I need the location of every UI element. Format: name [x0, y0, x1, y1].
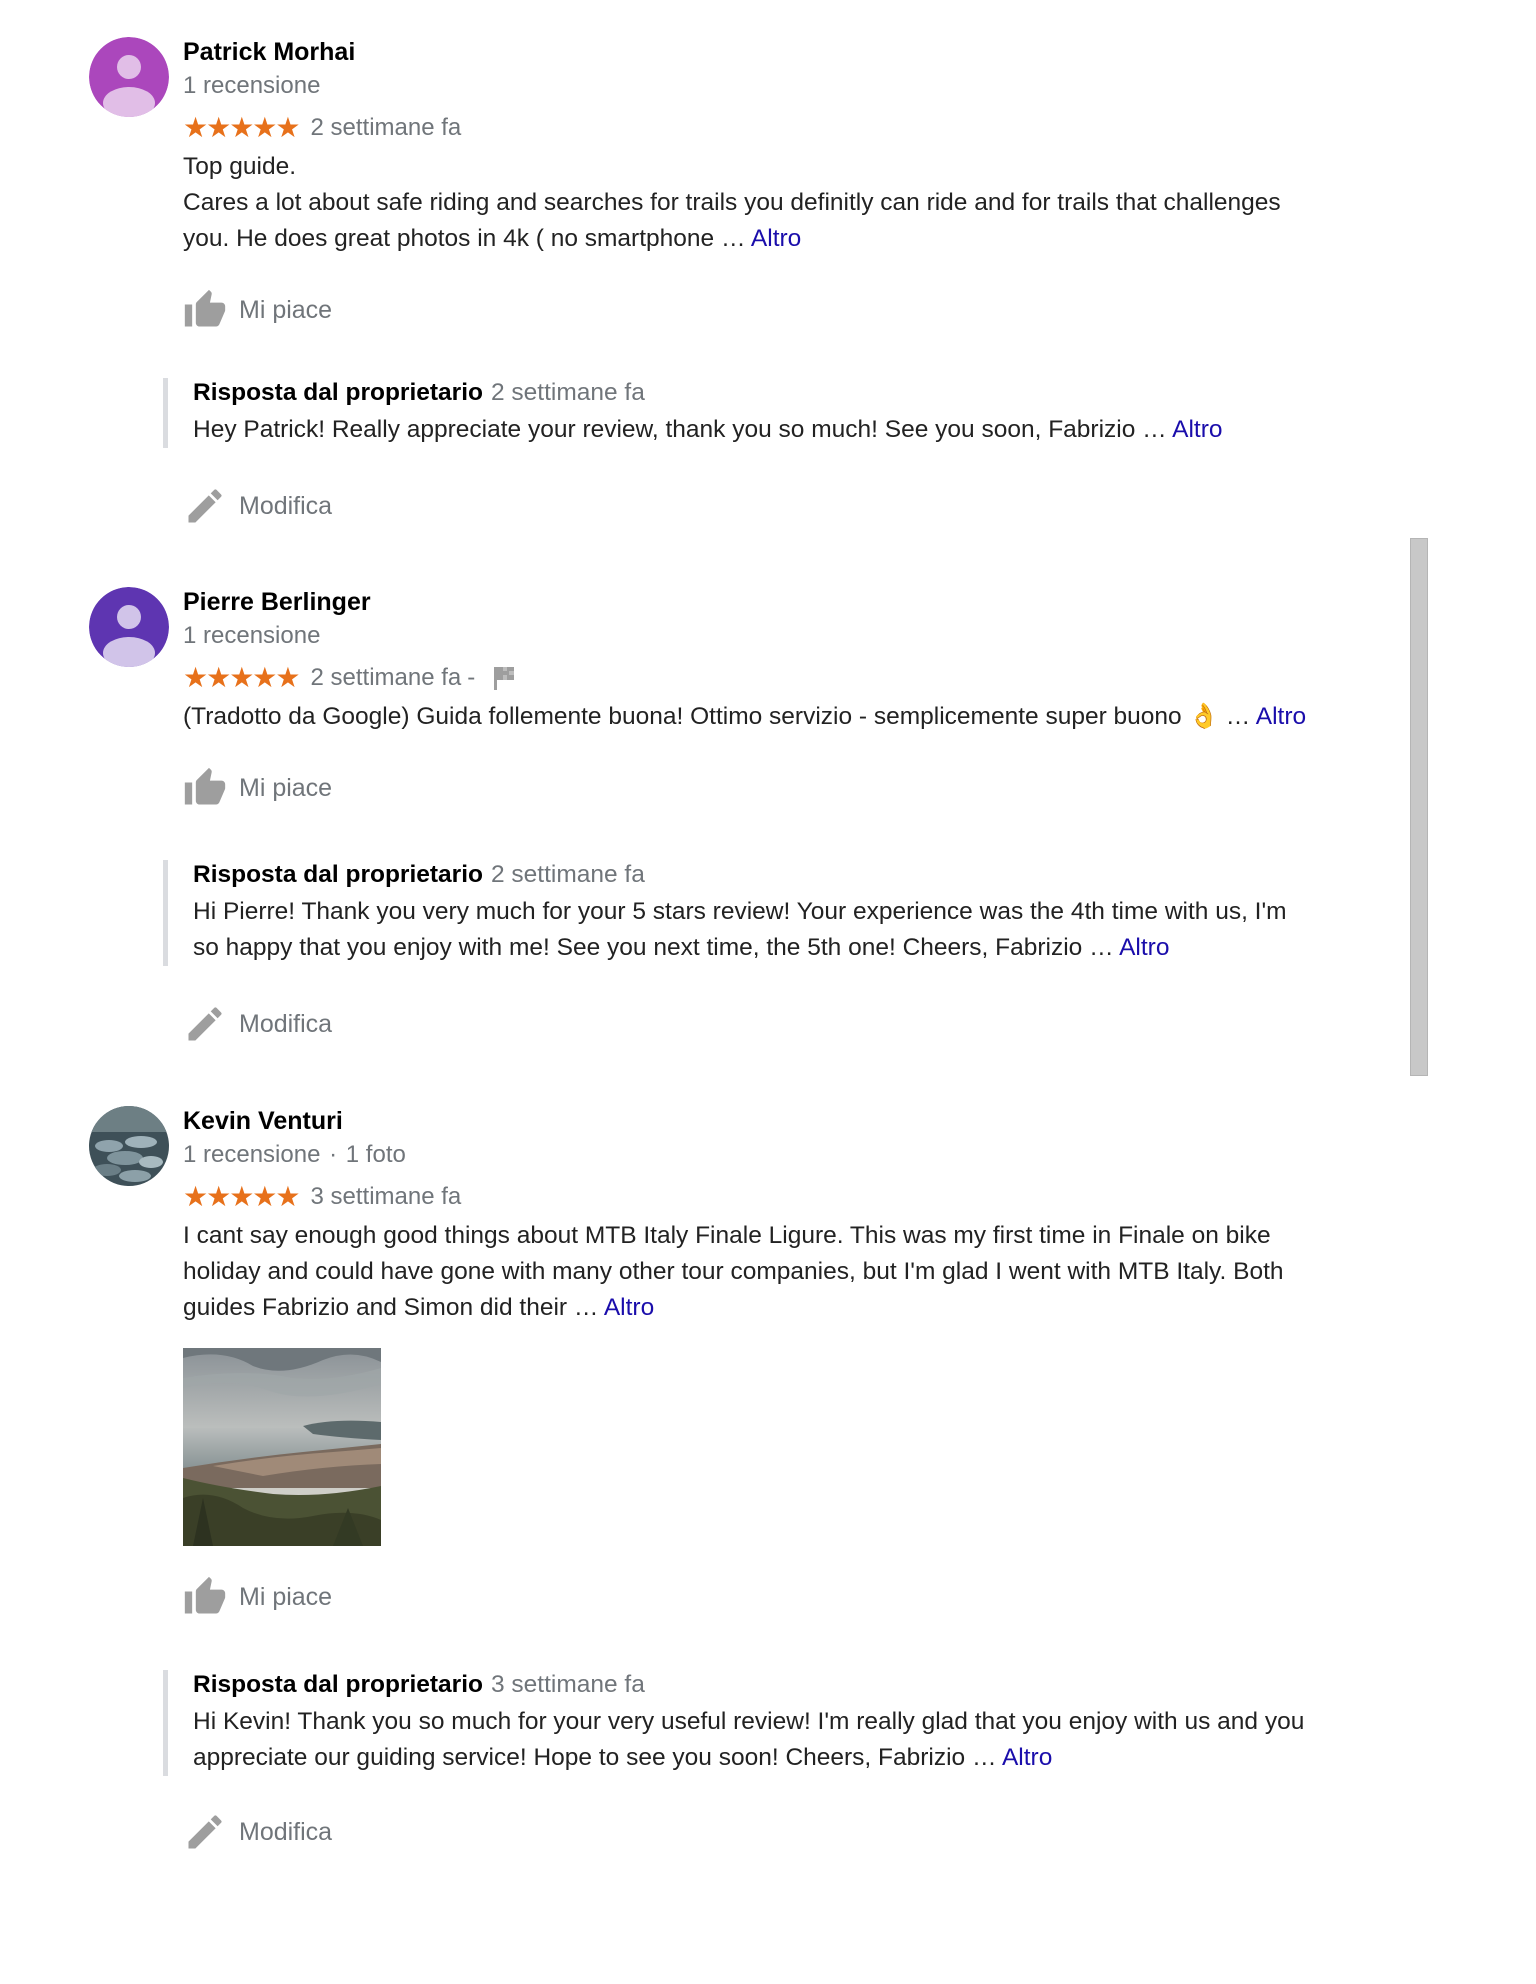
flag-icon[interactable] — [491, 664, 517, 692]
reply-text-line: Hi Pierre! Thank you very much for your … — [193, 898, 1287, 925]
rating-row: ★★★★★ 3 settimane fa — [183, 1182, 1383, 1212]
review-text: Top guide. Cares a lot about safe riding… — [183, 149, 1383, 257]
pencil-icon — [188, 489, 222, 523]
more-link[interactable]: Altro — [1002, 1744, 1052, 1771]
rating-row: ★★★★★ 2 settimane fa - — [183, 663, 1383, 693]
reply-title: Risposta dal proprietario — [193, 861, 483, 888]
thumbs-up-icon — [184, 767, 226, 805]
avatar[interactable] — [89, 37, 169, 117]
reply-header: Risposta dal proprietario 2 settimane fa — [193, 378, 1413, 408]
reply-text-line: so happy that you enjoy with me! See you… — [193, 930, 1413, 966]
owner-reply: Risposta dal proprietario 3 settimane fa … — [163, 1670, 1413, 1776]
edit-label: Modifica — [239, 1817, 333, 1846]
edit-reply-button[interactable]: Modifica — [183, 1000, 332, 1048]
review-date: 3 settimane fa — [310, 1183, 462, 1210]
owner-reply: Risposta dal proprietario 2 settimane fa … — [163, 378, 1413, 448]
review-text-line: Top guide. — [183, 153, 297, 180]
reply-header: Risposta dal proprietario 3 settimane fa — [193, 1670, 1413, 1700]
edit-label: Modifica — [239, 491, 333, 520]
like-button[interactable]: Mi piace — [183, 1573, 332, 1621]
pencil-icon — [188, 1815, 222, 1849]
edit-reply-button[interactable]: Modifica — [183, 1808, 332, 1856]
separator-dash: - — [467, 664, 476, 691]
like-label: Mi piace — [239, 1582, 333, 1611]
reply-text-fragment: appreciate our guiding service! Hope to … — [193, 1744, 1002, 1771]
review-text-line: Cares a lot about safe riding and search… — [183, 189, 1281, 216]
avatar[interactable] — [89, 1106, 169, 1186]
reviewer-name[interactable]: Pierre Berlinger — [183, 587, 1383, 617]
meta-separator: · — [329, 1141, 338, 1168]
review-text-line: I cant say enough good things about MTB … — [183, 1222, 1271, 1249]
reply-text-fragment: Hey Patrick! Really appreciate your revi… — [193, 416, 1173, 443]
person-icon — [89, 37, 169, 117]
reply-text: Hey Patrick! Really appreciate your revi… — [193, 412, 1413, 448]
review-text-fragment: you. He does great photos in 4k ( no sma… — [183, 225, 751, 252]
more-link[interactable]: Altro — [1256, 703, 1306, 730]
reply-text: Hi Pierre! Thank you very much for your … — [193, 894, 1413, 966]
more-link[interactable]: Altro — [1119, 934, 1169, 961]
review-text-fragment: (Tradotto da Google) Guida follemente bu… — [183, 703, 1256, 730]
reply-text-line: Hey Patrick! Really appreciate your revi… — [193, 412, 1413, 448]
edit-reply-button[interactable]: Modifica — [183, 482, 332, 530]
thumbs-up-icon — [184, 289, 226, 327]
rating-row: ★★★★★ 2 settimane fa — [183, 113, 1383, 143]
scrollbar-thumb[interactable] — [1410, 538, 1428, 1076]
thumbs-up-icon — [184, 1576, 226, 1614]
reply-text-line: appreciate our guiding service! Hope to … — [193, 1740, 1413, 1776]
star-rating: ★★★★★ — [183, 1181, 301, 1212]
reply-text-fragment: so happy that you enjoy with me! See you… — [193, 934, 1120, 961]
like-label: Mi piace — [239, 295, 333, 324]
reply-header: Risposta dal proprietario 2 settimane fa — [193, 860, 1413, 890]
reviewer-meta[interactable]: 1 recensione — [183, 621, 1383, 651]
review-date: 2 settimane fa — [310, 114, 462, 141]
star-rating: ★★★★★ — [183, 662, 301, 693]
pencil-icon — [188, 1007, 222, 1041]
person-icon — [89, 587, 169, 667]
avatar[interactable] — [89, 587, 169, 667]
reply-title: Risposta dal proprietario — [193, 379, 483, 406]
reply-text: Hi Kevin! Thank you so much for your ver… — [193, 1704, 1413, 1776]
review-text-fragment: guides Fabrizio and Simon did their … — [183, 1294, 604, 1321]
review-text: I cant say enough good things about MTB … — [183, 1218, 1383, 1326]
reply-date: 3 settimane fa — [490, 1671, 645, 1698]
review-text-line: guides Fabrizio and Simon did their … Al… — [183, 1290, 1383, 1326]
reply-date: 2 settimane fa — [490, 861, 645, 888]
like-label: Mi piace — [239, 773, 333, 802]
more-link[interactable]: Altro — [604, 1294, 654, 1321]
more-link[interactable]: Altro — [1172, 416, 1222, 443]
review-text-line: holiday and could have gone with many ot… — [183, 1258, 1284, 1285]
reply-date: 2 settimane fa — [490, 379, 645, 406]
profile-photo — [89, 1106, 169, 1186]
like-button[interactable]: Mi piace — [183, 764, 332, 812]
reviewer-name[interactable]: Kevin Venturi — [183, 1106, 1383, 1136]
like-button[interactable]: Mi piace — [183, 286, 332, 334]
reviewer-meta[interactable]: 1 recensione · 1 foto — [183, 1140, 1383, 1170]
owner-reply: Risposta dal proprietario 2 settimane fa … — [163, 860, 1413, 966]
review-count: 1 recensione — [183, 1141, 321, 1168]
reviewer-meta[interactable]: 1 recensione — [183, 71, 1383, 101]
reply-title: Risposta dal proprietario — [193, 1671, 483, 1698]
more-link[interactable]: Altro — [751, 225, 801, 252]
review-text: (Tradotto da Google) Guida follemente bu… — [183, 699, 1383, 735]
photo-count: 1 foto — [345, 1141, 406, 1168]
review-text-line: you. He does great photos in 4k ( no sma… — [183, 221, 1383, 257]
reply-text-line: Hi Kevin! Thank you so much for your ver… — [193, 1708, 1305, 1735]
reviewer-name[interactable]: Patrick Morhai — [183, 37, 1383, 67]
review-date: 2 settimane fa — [310, 664, 462, 691]
review-photo[interactable] — [183, 1348, 381, 1546]
review-text-line: (Tradotto da Google) Guida follemente bu… — [183, 699, 1383, 735]
star-rating: ★★★★★ — [183, 112, 301, 143]
edit-label: Modifica — [239, 1009, 333, 1038]
